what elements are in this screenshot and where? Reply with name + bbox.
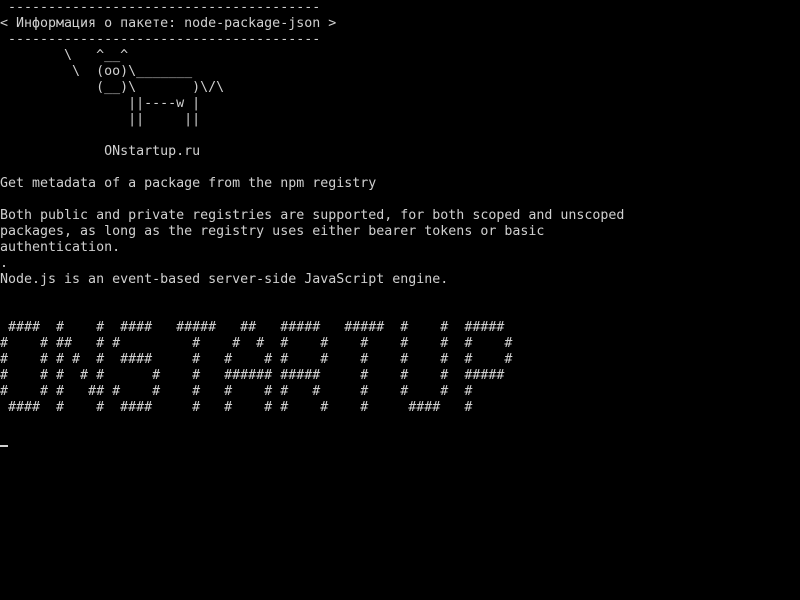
terminal-line: packages, as long as the registry uses e… [0,224,545,239]
ascii-banner-line: #### # # #### # # # # # # #### # [0,400,473,415]
terminal-screen[interactable]: --------------------------------------- … [0,0,800,600]
ascii-cow-line: \ ^__^ [0,48,129,63]
ascii-banner-line: #### # # #### ##### ## ##### ##### # # #… [0,320,505,335]
ascii-cow-line: || || [0,112,201,127]
terminal-line: authentication. [0,240,121,255]
ascii-banner-line: # # # # # # # ###### ##### # # # ##### [0,368,505,383]
site-name: ONstartup.ru [0,144,201,159]
ascii-cow-line: \ (oo)\_______ [0,64,193,79]
ascii-banner-line: # # ## # # # # # # # # # # # # [0,336,513,351]
text-cursor [0,445,8,447]
terminal-line: Node.js is an event-based server-side Ja… [0,272,449,287]
terminal-line: Both public and private registries are s… [0,208,625,223]
terminal-line: < Информация о пакете: node-package-json… [0,16,337,31]
ascii-cow-line: ||----w | [0,96,201,111]
ascii-banner-line: # # # ## # # # # # # # # # # # [0,384,473,399]
ascii-cow-line: (__)\ )\/\ [0,80,225,95]
prompt-line[interactable] [0,432,800,448]
terminal-line: --------------------------------------- [0,0,321,15]
terminal-line: Get metadata of a package from the npm r… [0,176,377,191]
terminal-line: --------------------------------------- [0,32,321,47]
ascii-banner-line: # # # # # #### # # # # # # # # # # [0,352,513,367]
terminal-line: . [0,256,9,271]
